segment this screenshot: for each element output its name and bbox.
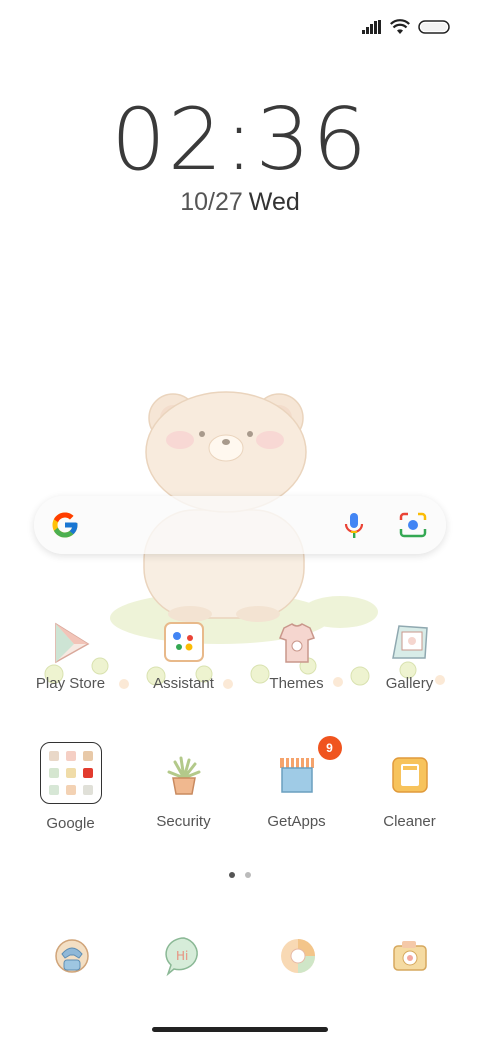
app-cleaner[interactable]: Cleaner <box>353 752 466 832</box>
signal-icon <box>362 20 381 34</box>
page-dot <box>245 872 251 878</box>
wifi-icon <box>390 19 410 34</box>
page-dot-active <box>229 872 235 878</box>
app-label: Play Store <box>35 675 106 692</box>
app-security[interactable]: Security <box>127 752 240 832</box>
google-folder-icon <box>39 742 102 804</box>
google-search-bar[interactable] <box>34 496 446 554</box>
assistant-icon <box>159 618 209 668</box>
getapps-icon: 9 <box>272 736 342 802</box>
status-bar <box>362 16 450 38</box>
app-label: Themes <box>269 675 324 692</box>
notification-badge: 9 <box>317 736 342 760</box>
themes-icon <box>272 618 322 668</box>
battery-icon <box>418 20 450 34</box>
app-label: Cleaner <box>383 813 436 830</box>
weekday-text: Wed <box>248 188 300 216</box>
google-lens-icon[interactable] <box>399 512 427 538</box>
messages-icon[interactable]: Hi <box>162 934 206 978</box>
app-themes[interactable]: Themes <box>240 618 353 694</box>
date-text: 10/27 <box>180 188 243 216</box>
clock-date[interactable]: 10/27 Wed <box>0 186 480 218</box>
app-assistant[interactable]: Assistant <box>127 618 240 694</box>
gallery-icon <box>385 618 435 668</box>
page-indicator[interactable] <box>0 872 480 878</box>
home-indicator[interactable] <box>152 1027 328 1032</box>
app-play-store[interactable]: Play Store <box>14 618 127 694</box>
cleaner-icon <box>385 752 435 802</box>
app-label: Google <box>46 815 95 832</box>
app-label: Assistant <box>153 675 214 692</box>
google-g-icon[interactable] <box>50 510 80 540</box>
app-label: Gallery <box>385 675 434 692</box>
folder-google[interactable]: Google <box>14 742 127 834</box>
clock-time[interactable]: 02:36 <box>0 90 480 190</box>
voice-search-icon[interactable] <box>342 511 366 539</box>
security-icon <box>159 752 209 802</box>
camera-icon[interactable] <box>388 934 432 978</box>
app-label: Security <box>156 813 211 830</box>
app-getapps[interactable]: 9 GetApps <box>240 736 353 832</box>
svg-text:Hi: Hi <box>176 949 188 963</box>
play-store-icon <box>46 618 96 668</box>
app-label: GetApps <box>267 813 326 830</box>
browser-icon[interactable] <box>276 934 320 978</box>
app-gallery[interactable]: Gallery <box>353 618 466 694</box>
phone-icon[interactable] <box>50 934 94 978</box>
